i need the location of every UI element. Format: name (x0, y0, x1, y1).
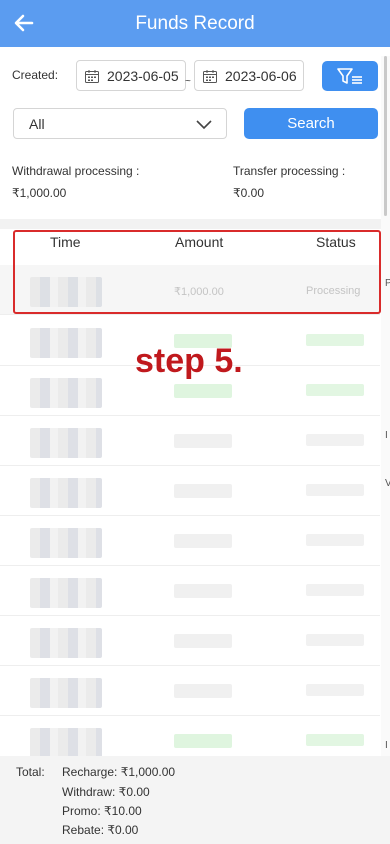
totals-footer: Total: Recharge: ₹1,000.00 Withdraw: ₹0.… (0, 756, 390, 844)
redacted-time (30, 728, 102, 756)
step-annotation: step 5. (135, 342, 243, 380)
scrollbar-thumb[interactable] (384, 56, 387, 216)
redacted-time (30, 328, 102, 358)
table-row[interactable] (0, 566, 380, 616)
end-date-field[interactable]: 2023-06-06 (194, 60, 304, 91)
redacted-time (30, 428, 102, 458)
redacted-time (30, 628, 102, 658)
redacted-time (30, 528, 102, 558)
clipped-text: I (385, 430, 388, 441)
highlight-box (13, 230, 381, 314)
transfer-processing-label: Transfer processing : (233, 164, 346, 178)
redacted-amount (174, 484, 232, 498)
end-date-value: 2023-06-06 (225, 68, 297, 84)
redacted-amount (174, 584, 232, 598)
promo-total: Promo: ₹10.00 (62, 804, 142, 818)
transfer-processing-value: ₹0.00 (233, 186, 264, 200)
redacted-status (306, 734, 364, 746)
redacted-amount (174, 734, 232, 748)
calendar-icon (203, 70, 217, 83)
redacted-amount (174, 434, 232, 448)
total-label: Total: (16, 765, 45, 779)
redacted-time (30, 478, 102, 508)
table-row[interactable] (0, 416, 380, 466)
rebate-total: Rebate: ₹0.00 (62, 823, 139, 837)
type-select-value: All (29, 116, 45, 132)
page-title: Funds Record (135, 13, 255, 34)
section-divider (0, 219, 390, 229)
redacted-time (30, 678, 102, 708)
top-bar: Funds Record (0, 0, 390, 47)
redacted-status (306, 384, 364, 396)
redacted-status (306, 484, 364, 496)
redacted-status (306, 534, 364, 546)
redacted-status (306, 584, 364, 596)
redacted-amount (174, 384, 232, 398)
redacted-time (30, 378, 102, 408)
filter-button[interactable] (322, 61, 378, 91)
recharge-total: Recharge: ₹1,000.00 (62, 765, 176, 779)
table-row[interactable] (0, 516, 380, 566)
date-separator: ~ (185, 76, 191, 87)
redacted-time (30, 578, 102, 608)
redacted-status (306, 634, 364, 646)
calendar-icon (85, 70, 99, 83)
start-date-field[interactable]: 2023-06-05 (76, 60, 186, 91)
withdraw-total: Withdraw: ₹0.00 (62, 785, 150, 799)
table-row[interactable] (0, 716, 380, 756)
redacted-status (306, 334, 364, 346)
redacted-amount (174, 684, 232, 698)
clipped-text: P (385, 278, 390, 289)
type-select[interactable]: All (13, 108, 227, 139)
start-date-value: 2023-06-05 (107, 68, 179, 84)
table-row[interactable] (0, 666, 380, 716)
redacted-status (306, 684, 364, 696)
clipped-text: I (385, 740, 388, 751)
redacted-amount (174, 534, 232, 548)
clipped-text: V (385, 478, 390, 489)
redacted-amount (174, 634, 232, 648)
withdrawal-processing-label: Withdrawal processing : (12, 164, 140, 178)
filter-icon (337, 68, 362, 84)
withdrawal-processing-value: ₹1,000.00 (12, 186, 67, 200)
redacted-status (306, 434, 364, 446)
created-label: Created: (12, 68, 59, 82)
table-row[interactable] (0, 466, 380, 516)
table-row[interactable] (0, 616, 380, 666)
chevron-down-icon (196, 120, 212, 130)
search-button[interactable]: Search (244, 108, 378, 139)
